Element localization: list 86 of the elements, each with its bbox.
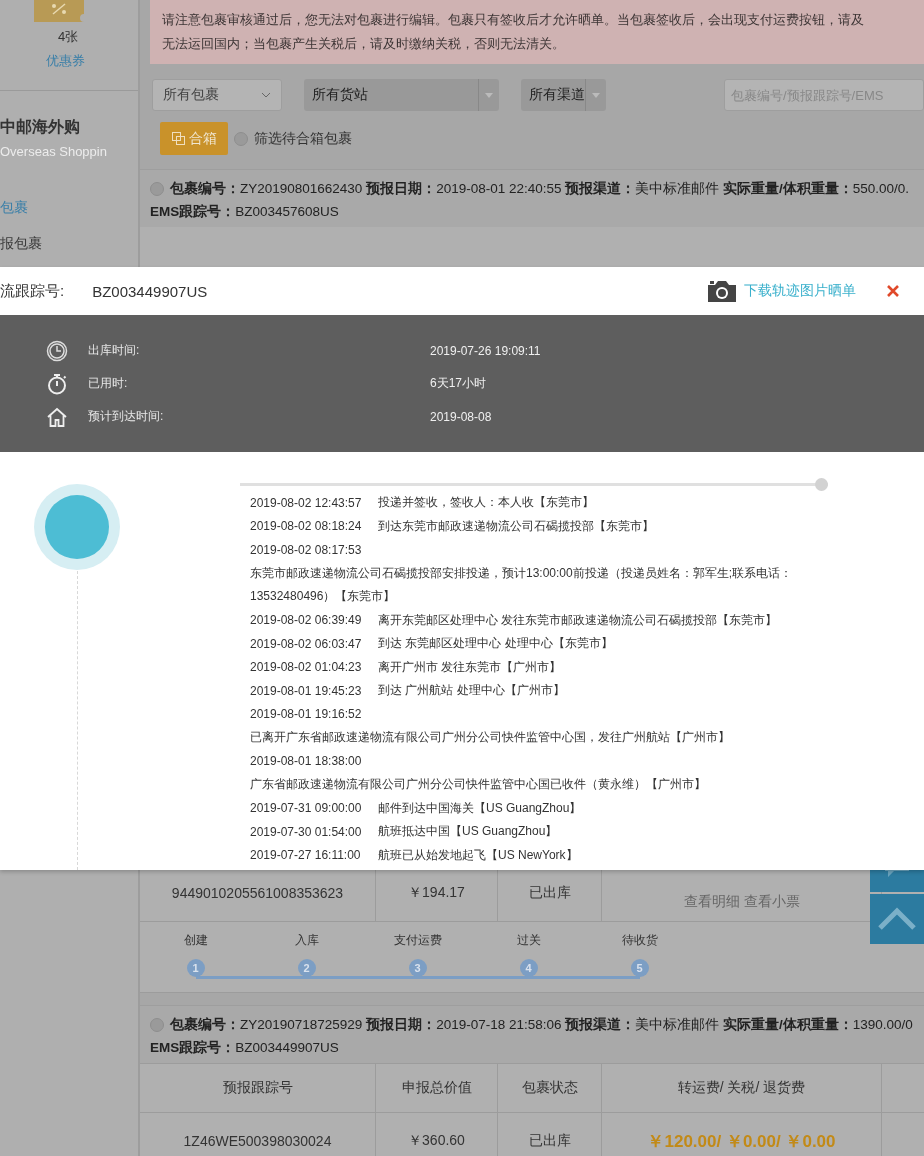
event-text: 离开东莞邮区处理中心 发往东莞市邮政速递物流公司石碣揽投部【东莞市】 — [378, 611, 778, 629]
step-label: 创建 — [183, 932, 208, 949]
dropdown[interactable]: 所有货站 — [303, 79, 499, 111]
package-info: EMS跟踪号：BZ003449907US — [150, 1039, 340, 1057]
package-info: 包裹编号：ZY20190718725929 预报日期：2019-07-18 21:58:06 预报渠道：美中标准邮件 实际重量/体积重量：1390.00/0 — [170, 1016, 913, 1034]
close-icon[interactable] — [886, 284, 900, 298]
event-time: 2019-07-31 09:00:00 — [250, 801, 363, 816]
dropdown[interactable]: 所有包裹 — [152, 79, 282, 111]
step-number: 1 — [186, 959, 205, 977]
status-circle-icon — [33, 483, 121, 571]
stopwatch-icon — [46, 372, 68, 395]
coupon-count: 4张 — [58, 28, 79, 46]
coupon-link[interactable]: 优惠券 — [46, 52, 85, 70]
summary-value: 2019-07-26 19:09:11 — [430, 343, 541, 358]
summary-label: 已用时: — [88, 375, 129, 392]
step-number: 4 — [519, 959, 538, 977]
house-icon — [46, 405, 68, 428]
scroll-top-button[interactable] — [870, 894, 924, 944]
event-text: 到达东莞市邮政速递物流公司石碣揽投部【东莞市】 — [378, 517, 654, 535]
column-header: 包裹状态 — [498, 1064, 602, 1112]
event-time: 2019-08-01 18:38:00 — [250, 754, 363, 769]
event-text: 到达 东莞邮区处理中心 处理中心【东莞市】 — [378, 635, 613, 653]
checkbox[interactable] — [234, 131, 248, 146]
step-number: 3 — [408, 959, 427, 977]
summary-value: 2019-08-08 — [430, 409, 492, 424]
tracking-number: BZ003449907US — [92, 282, 208, 300]
column-header: 申报总价值 — [376, 1064, 498, 1112]
notice-text: 请注意包裹审核通过后，您无法对包裹进行编辑。包裹只有签收后才允许晒单。当包裹签收后，会出现支付运费按钮，请及 — [162, 11, 865, 29]
caret-icon — [592, 92, 600, 98]
event-time: 2019-08-02 12:43:57 — [250, 495, 363, 510]
event-text: 广东省邮政速递物流有限公司广州分公司快件监管中心国已收件（黄永维）【广州市】 — [250, 776, 707, 793]
event-time: 2019-08-02 06:03:47 — [250, 636, 363, 651]
checkbox[interactable] — [150, 1018, 164, 1032]
detail-link[interactable]: 查看小票 — [743, 893, 800, 911]
step-label: 支付运费 — [393, 932, 442, 949]
step-number: 5 — [630, 959, 649, 977]
event-time: 2019-07-27 16:11:00 — [250, 848, 362, 863]
brand-title: 中邮海外购 — [0, 117, 80, 137]
summary-label: 出库时间: — [88, 342, 141, 359]
event-text: 航班已从始发地起飞【US NewYork】 — [378, 846, 578, 864]
notice-text: 无法运回国内；当包裹产生关税后，请及时缴纳关税，否则无法清关。 — [162, 35, 566, 53]
event-time: 2019-08-01 19:16:52 — [250, 707, 363, 722]
summary-value: 6天17小时 — [430, 375, 487, 392]
package-info: EMS跟踪号：BZ003457608US — [150, 203, 340, 221]
tracking-label: 流跟踪号: — [0, 281, 65, 301]
event-time: 2019-08-02 08:17:53 — [250, 542, 363, 557]
event-text: 到达 广州航站 处理中心【广州市】 — [378, 682, 565, 700]
event-time: 2019-07-30 01:54:00 — [250, 824, 363, 839]
detail-link[interactable]: 查看明细 — [683, 893, 740, 911]
step-number: 2 — [297, 959, 316, 977]
event-text: 邮件到达中国海关【US GuangZhou】 — [378, 799, 582, 817]
sidebar-item[interactable]: 报包裹 — [0, 235, 42, 253]
caret-icon — [260, 92, 271, 98]
event-time: 2019-08-02 06:39:49 — [250, 613, 363, 628]
checkbox[interactable] — [150, 182, 164, 196]
column-header: 转运费/ 关税/ 退货费 — [602, 1064, 882, 1112]
event-text: 航班抵达中国【US GuangZhou】 — [378, 823, 558, 841]
event-text: 投递并签收，签收人：本人收【东莞市】 — [378, 494, 594, 512]
checkbox-label: 筛选待合箱包裹 — [254, 129, 352, 148]
copy-icon — [171, 132, 185, 145]
event-text: 东莞市邮政速递物流公司石碣揽投部安排投递，预计13:00:00前投递（投递员姓名：郭军生;联系电话：13532480496）【东莞市】 — [250, 564, 794, 605]
clock-icon — [46, 339, 68, 362]
event-time: 2019-08-01 19:45:23 — [250, 683, 363, 698]
caret-icon — [485, 92, 493, 98]
table-cell: 已出库 — [498, 1113, 602, 1156]
brand-subtitle: Overseas Shoppin — [0, 144, 107, 159]
event-text: 离开广州市 发往东莞市【广州市】 — [378, 658, 562, 676]
summary-label: 预计到达时间: — [88, 408, 165, 425]
camera-icon — [706, 279, 738, 303]
event-text: 已离开广东省邮政速递物流有限公司广州分公司快件监管中心国，发往广州航站【广州市】 — [250, 729, 731, 746]
step-label: 过关 — [516, 932, 541, 949]
dropdown[interactable]: 所有渠道 — [521, 79, 606, 111]
step-label: 入库 — [294, 932, 319, 949]
step-label: 待收货 — [621, 932, 658, 949]
download-link[interactable]: 下载轨迹图片晒单 — [744, 282, 856, 300]
event-time: 2019-08-02 01:04:23 — [250, 660, 363, 675]
coupon-icon — [34, 0, 84, 22]
event-time: 2019-08-02 08:18:24 — [250, 519, 363, 534]
fee-amount: ￥120.00/ ￥0.00/ ￥0.00 — [647, 1130, 836, 1153]
merge-button[interactable]: 合箱 — [160, 122, 228, 155]
package-info: 包裹编号：ZY20190801662430 预报日期：2019-08-01 22:40:55 预报渠道：美中标准邮件 实际重量/体积重量：550.00/0. — [170, 180, 910, 198]
table-cell: ￥360.60 — [376, 1113, 498, 1156]
sidebar-item[interactable]: 包裹 — [0, 199, 42, 217]
table-cell: 1Z46WE500398030024 — [140, 1113, 376, 1156]
chevron-up-icon — [877, 907, 917, 931]
column-header: 预报跟踪号 — [140, 1064, 376, 1112]
